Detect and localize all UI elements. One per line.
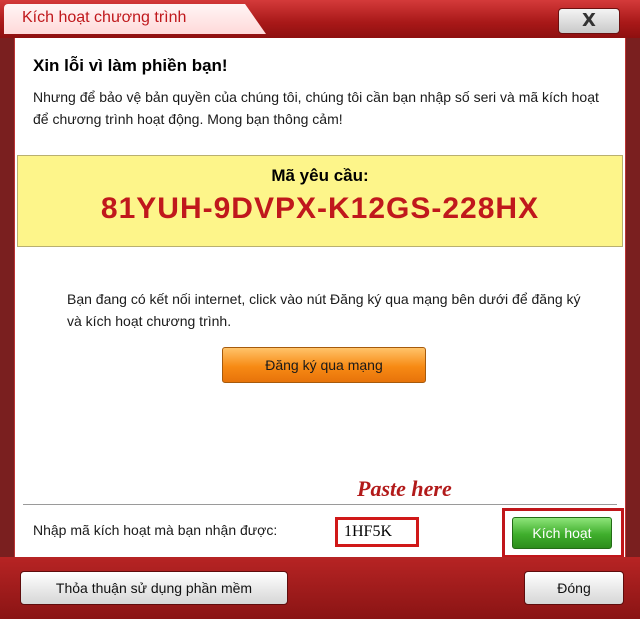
- online-register-button[interactable]: Đăng ký qua mạng: [222, 347, 426, 383]
- paste-here-annotation: Paste here: [357, 476, 452, 501]
- activation-code-input[interactable]: 1HF5K: [335, 517, 419, 547]
- window-title: Kích hoạt chương trình: [22, 9, 187, 26]
- activate-button[interactable]: Kích hoạt: [512, 517, 612, 549]
- title-bar[interactable]: Kích hoạt chương trình X: [0, 0, 640, 38]
- activation-code-label: Nhập mã kích hoạt mà bạn nhận được:: [33, 522, 278, 538]
- close-button[interactable]: Đóng: [524, 571, 624, 605]
- request-code-value: 81YUH-9DVPX-K12GS-228HX: [100, 192, 540, 225]
- divider: [23, 504, 617, 505]
- apology-heading: Xin lỗi vì làm phiền bạn!: [33, 56, 228, 75]
- request-code-label: Mã yêu cầu:: [271, 166, 369, 185]
- terms-button[interactable]: Thỏa thuận sử dụng phần mềm: [20, 571, 288, 605]
- dialog-body: Xin lỗi vì làm phiền bạn! Nhưng để bảo v…: [14, 38, 626, 558]
- close-icon[interactable]: X: [558, 8, 620, 34]
- dialog-footer: Thỏa thuận sử dụng phần mềm Đóng: [0, 557, 640, 619]
- intro-text: Nhưng để bảo vệ bản quyền của chúng tôi,…: [33, 89, 599, 127]
- request-code-box: Mã yêu cầu: 81YUH-9DVPX-K12GS-228HX: [17, 155, 623, 247]
- internet-info-text: Bạn đang có kết nối internet, click vào …: [67, 291, 581, 329]
- activation-dialog: Kích hoạt chương trình X Xin lỗi vì làm …: [0, 0, 640, 619]
